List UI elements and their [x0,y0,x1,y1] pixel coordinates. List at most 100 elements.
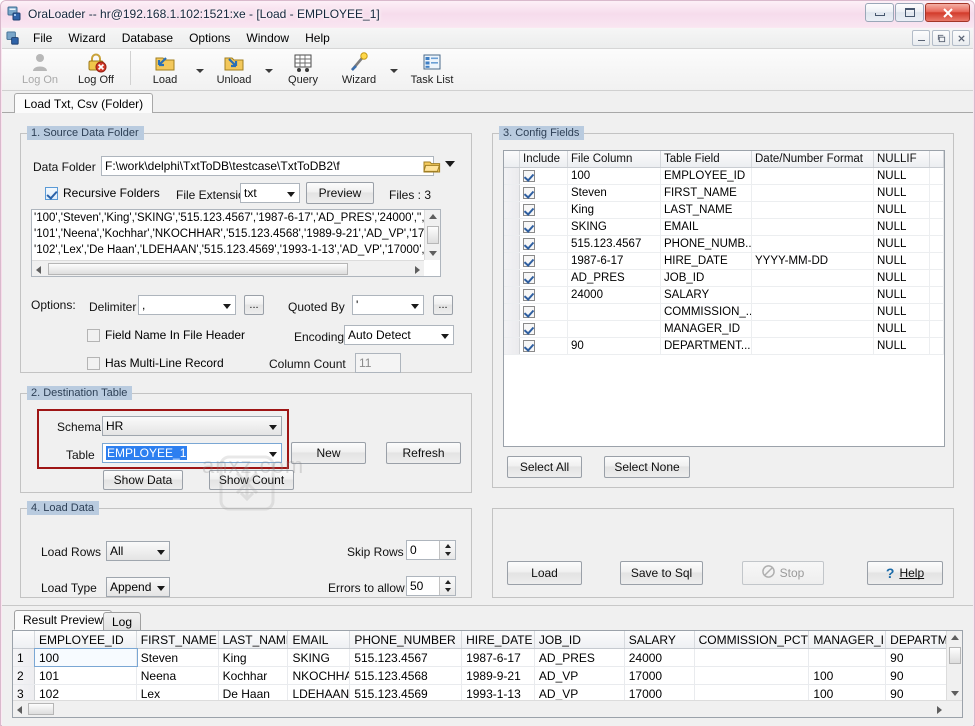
file-column-cell[interactable]: King [568,202,661,218]
toolbar-button-wizard[interactable]: Wizard [331,49,387,90]
nullif-cell[interactable]: NULL [874,287,930,303]
toolbar-button-load[interactable]: Load [137,49,193,90]
result-header-8[interactable]: COMMISSION_PCT [695,631,810,648]
close-button[interactable] [925,3,970,22]
config-field-row[interactable]: 100 EMPLOYEE_ID NULL [504,168,944,185]
nullif-cell[interactable]: NULL [874,202,930,218]
result-cell[interactable]: Neena [137,667,219,684]
result-cell[interactable] [809,649,887,666]
result-cell[interactable]: SKING [288,649,351,666]
show-data-button[interactable]: Show Data [103,470,183,490]
folder-open-icon[interactable] [422,157,442,175]
recursive-folders-checkbox[interactable]: Recursive Folders [45,186,160,200]
result-cell[interactable]: 1989-9-21 [462,667,535,684]
result-grid-horizontal-scrollbar[interactable] [13,700,962,717]
field-name-in-header-checkbox[interactable]: Field Name In File Header [87,328,245,342]
include-checkbox[interactable] [520,253,568,269]
result-header-1[interactable]: FIRST_NAME [137,631,219,648]
result-preview-grid[interactable]: EMPLOYEE_ID FIRST_NAME LAST_NAME EMAIL P… [12,630,963,718]
table-field-cell[interactable]: JOB_ID [661,270,752,286]
menu-item-database[interactable]: Database [114,29,181,47]
memo-vertical-scrollbar[interactable] [424,210,440,260]
result-cell[interactable]: King [219,649,289,666]
result-cell[interactable] [695,667,810,684]
select-all-button[interactable]: Select All [507,456,582,478]
date-number-format-cell[interactable] [752,236,874,252]
date-number-format-cell[interactable] [752,219,874,235]
mdi-close-button[interactable] [952,30,970,46]
config-field-row[interactable]: King LAST_NAME NULL [504,202,944,219]
table-field-cell[interactable]: EMAIL [661,219,752,235]
result-cell[interactable]: AD_VP [535,667,625,684]
select-none-button[interactable]: Select None [604,456,690,478]
toolbar-button-task-list[interactable]: Task List [400,49,464,90]
date-number-format-cell[interactable] [752,185,874,201]
nullif-cell[interactable]: NULL [874,253,930,269]
new-table-button[interactable]: New [291,442,366,464]
load-rows-combo[interactable]: All [106,541,170,561]
file-column-cell[interactable]: Steven [568,185,661,201]
table-field-cell[interactable]: DEPARTMENT... [661,338,752,354]
config-field-row[interactable]: AD_PRES JOB_ID NULL [504,270,944,287]
delimiter-more-button[interactable]: ... [244,295,264,315]
tab-result-preview[interactable]: Result Preview [14,610,113,630]
nullif-cell[interactable]: NULL [874,321,930,337]
date-number-format-cell[interactable] [752,202,874,218]
config-field-row[interactable]: 515.123.4567 PHONE_NUMB... NULL [504,236,944,253]
table-field-cell[interactable]: COMMISSION_... [661,304,752,320]
table-field-cell[interactable]: HIRE_DATE [661,253,752,269]
date-number-format-cell[interactable] [752,338,874,354]
include-checkbox[interactable] [520,287,568,303]
config-field-row[interactable]: COMMISSION_... NULL [504,304,944,321]
encoding-combo[interactable]: Auto Detect [344,325,454,345]
date-number-format-cell[interactable] [752,168,874,184]
result-grid-vertical-scrollbar[interactable] [946,631,962,700]
nullif-cell[interactable]: NULL [874,270,930,286]
spinner-buttons[interactable] [439,541,455,559]
nullif-cell[interactable]: NULL [874,236,930,252]
result-cell[interactable]: 100 [809,667,887,684]
file-column-cell[interactable] [568,304,661,320]
toolbar-button-query[interactable]: Query [275,49,331,90]
nullif-cell[interactable]: NULL [874,185,930,201]
date-number-format-cell[interactable] [752,321,874,337]
date-number-format-cell[interactable]: YYYY-MM-DD [752,253,874,269]
menu-item-file[interactable]: File [25,29,60,47]
table-field-cell[interactable]: SALARY [661,287,752,303]
result-cell[interactable]: 101 [35,667,137,684]
config-field-row[interactable]: 24000 SALARY NULL [504,287,944,304]
tab-load-txt-csv-folder[interactable]: Load Txt, Csv (Folder) [14,93,154,114]
include-checkbox[interactable] [520,270,568,286]
result-cell[interactable] [695,649,810,666]
toolbar-wizard-dropdown[interactable] [387,49,400,90]
memo-horizontal-scrollbar[interactable] [32,260,424,276]
table-field-cell[interactable]: LAST_NAME [661,202,752,218]
header-date-number-format[interactable]: Date/Number Format [752,151,874,167]
menu-item-options[interactable]: Options [181,29,238,47]
toolbar-button-unload[interactable]: Unload [206,49,262,90]
result-cell[interactable]: AD_PRES [535,649,625,666]
result-header-4[interactable]: PHONE_NUMBER [350,631,463,648]
quoted-by-combo[interactable]: ' [352,295,424,315]
table-field-cell[interactable]: FIRST_NAME [661,185,752,201]
result-cell[interactable]: 515.123.4567 [350,649,463,666]
menu-item-help[interactable]: Help [297,29,338,47]
tab-log[interactable]: Log [103,612,142,631]
preview-memo[interactable]: '100','Steven','King','SKING','515.123.4… [31,209,441,277]
quoted-by-more-button[interactable]: ... [433,295,453,315]
nullif-cell[interactable]: NULL [874,219,930,235]
minimize-button[interactable] [865,3,894,22]
menu-item-window[interactable]: Window [238,29,297,47]
date-number-format-cell[interactable] [752,287,874,303]
include-checkbox[interactable] [520,236,568,252]
schema-combo[interactable]: HR [102,416,282,436]
nullif-cell[interactable]: NULL [874,168,930,184]
include-checkbox[interactable] [520,338,568,354]
file-extension-combo[interactable]: txt [240,183,300,203]
result-cell[interactable]: 17000 [625,667,695,684]
result-cell[interactable]: 515.123.4568 [350,667,463,684]
result-cell[interactable]: 1987-6-17 [462,649,535,666]
mdi-restore-button[interactable] [932,30,950,46]
preview-button[interactable]: Preview [306,182,374,204]
nullif-cell[interactable]: NULL [874,338,930,354]
